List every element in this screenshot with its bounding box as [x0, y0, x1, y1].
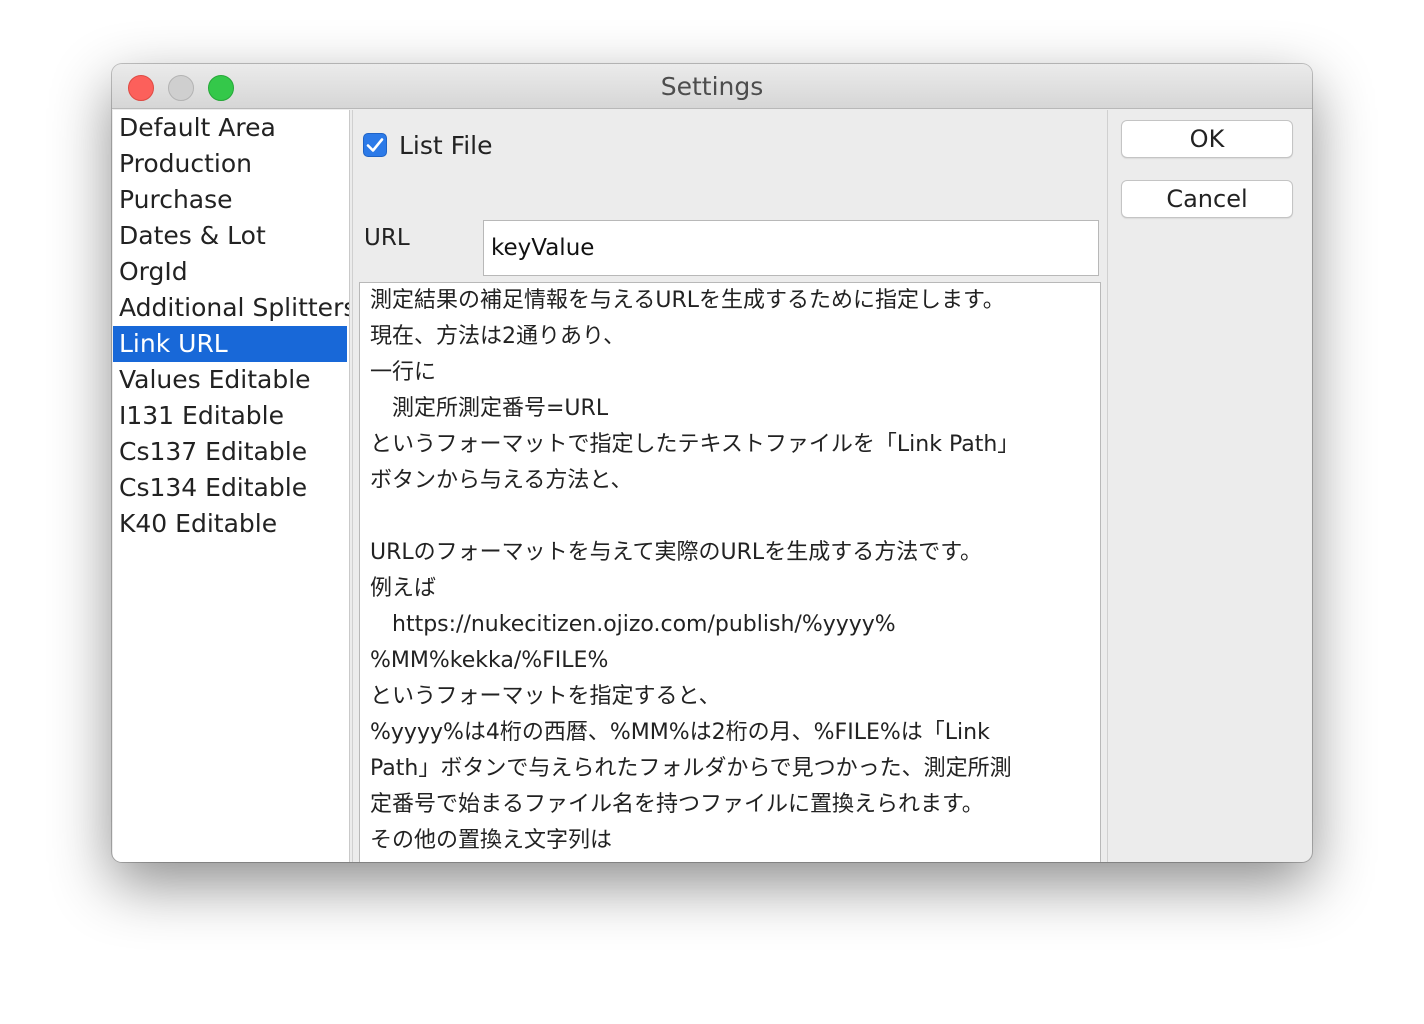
sidebar-item-cs137-editable[interactable]: Cs137 Editable — [113, 434, 349, 470]
settings-category-list[interactable]: Default Area Production Purchase Dates &… — [113, 110, 350, 862]
sidebar-item-production[interactable]: Production — [113, 146, 349, 182]
description-line: Path」ボタンで与えられたフォルダからで見つかった、測定所測 — [370, 756, 1012, 781]
list-file-option[interactable]: List File — [363, 130, 492, 160]
description-line: というフォーマットを指定すると、 — [370, 684, 721, 709]
description-line: 測定所測定番号=URL — [370, 396, 609, 421]
url-input[interactable] — [483, 220, 1099, 276]
cancel-button[interactable]: Cancel — [1121, 180, 1293, 218]
description-line: %yyyy%は4桁の西暦、%MM%は2桁の月、%FILE%は「Link — [370, 720, 990, 745]
description-line: 現在、方法は2通りあり、 — [370, 324, 626, 349]
minimize-window-button[interactable] — [168, 75, 194, 101]
description-line: 例えば — [370, 576, 437, 601]
sidebar-item-purchase[interactable]: Purchase — [113, 182, 349, 218]
sidebar-item-k40-editable[interactable]: K40 Editable — [113, 506, 349, 542]
ok-button[interactable]: OK — [1121, 120, 1293, 158]
sidebar-item-i131-editable[interactable]: I131 Editable — [113, 398, 349, 434]
sidebar-item-link-url[interactable]: Link URL — [113, 326, 347, 362]
description-line: https://nukecitizen.ojizo.com/publish/%y… — [370, 612, 896, 637]
settings-window: Settings Default Area Production Purchas… — [112, 64, 1312, 862]
description-line: %orgid% 測定所測定番号 — [360, 859, 1100, 862]
url-label: URL — [364, 225, 410, 251]
sidebar-item-dates-lot[interactable]: Dates & Lot — [113, 218, 349, 254]
sidebar-item-default-area[interactable]: Default Area — [113, 110, 349, 146]
window-title: Settings — [660, 72, 764, 101]
description-line: 定番号で始まるファイル名を持つファイルに置換えられます。 — [370, 792, 984, 817]
description-line: URLのフォーマットを与えて実際のURLを生成する方法です。 — [370, 540, 982, 565]
list-file-checkbox[interactable] — [363, 133, 387, 157]
sidebar-item-values-editable[interactable]: Values Editable — [113, 362, 349, 398]
link-url-panel: List File URL 測定結果の補足情報を与えるURLを生成するために指定… — [352, 110, 1108, 862]
description-line: その他の置換え文字列は — [370, 828, 613, 853]
sidebar-item-orgid[interactable]: OrgId — [113, 254, 349, 290]
description-line: ボタンから与える方法と、 — [370, 468, 633, 493]
zoom-window-button[interactable] — [208, 75, 234, 101]
description-line: というフォーマットで指定したテキストファイルを「Link Path」 — [370, 432, 1020, 457]
list-file-label[interactable]: List File — [399, 131, 492, 160]
checkmark-icon — [366, 138, 384, 152]
description-text-area[interactable]: 測定結果の補足情報を与えるURLを生成するために指定します。 現在、方法は2通りあ… — [359, 282, 1101, 862]
close-window-button[interactable] — [128, 75, 154, 101]
sidebar-item-cs134-editable[interactable]: Cs134 Editable — [113, 470, 349, 506]
description-line: 一行に — [370, 360, 437, 385]
description-line — [360, 499, 1100, 535]
sidebar-item-additional-splitters[interactable]: Additional Splitters — [113, 290, 349, 326]
description-line: 測定結果の補足情報を与えるURLを生成するために指定します。 — [370, 288, 1005, 313]
description-line: %MM%kekka/%FILE% — [370, 648, 609, 673]
title-bar[interactable]: Settings — [112, 64, 1312, 109]
